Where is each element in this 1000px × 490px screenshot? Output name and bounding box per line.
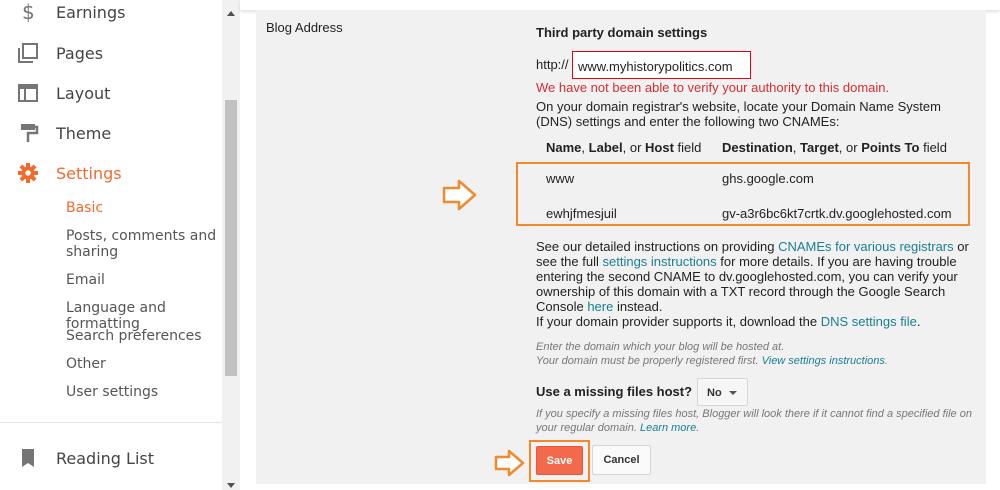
settings-sub-search-preferences[interactable]: Search preferences <box>66 328 226 344</box>
dns-settings-file-link[interactable]: DNS settings file <box>821 314 917 329</box>
domain-hint: Enter the domain which your blog will be… <box>536 341 888 367</box>
arrow-right-icon <box>442 179 477 211</box>
cname-row-2-destination: gv-a3r6bc6kt7crtk.dv.googlehosted.com <box>722 206 952 221</box>
sidebar-item-label: Layout <box>56 83 111 103</box>
sidebar-item-layout[interactable]: Layout <box>0 75 222 111</box>
settings-sub-basic[interactable]: Basic <box>66 200 226 216</box>
third-party-domain-title: Third party domain settings <box>536 25 708 40</box>
cname-header-destination: Destination, Target, or Points To field <box>722 140 947 155</box>
sidebar-item-pages[interactable]: Pages <box>0 35 222 71</box>
svg-text:$: $ <box>22 1 35 23</box>
sidebar-item-label: Settings <box>56 163 122 183</box>
settings-sub-user-settings[interactable]: User settings <box>66 384 226 400</box>
bookmark-icon <box>17 447 39 469</box>
scroll-down-arrow-icon[interactable] <box>227 483 235 488</box>
sidebar-item-settings[interactable]: Settings <box>0 155 222 191</box>
sidebar-item-earnings[interactable]: $ Earnings <box>0 0 222 30</box>
missing-host-hint: If you specify a missing files host, Blo… <box>536 408 972 434</box>
settings-instructions-link[interactable]: settings instructions <box>603 254 717 269</box>
cname-header-name: Name, Label, or Host field <box>546 140 702 155</box>
sidebar: $ Earnings Pages Layout Theme Settings B… <box>0 0 240 490</box>
settings-sub-posts-comments-sharing[interactable]: Posts, comments and sharing <box>66 228 226 260</box>
cname-detail-text: See our detailed instructions on providi… <box>536 239 969 329</box>
scroll-up-arrow-icon[interactable] <box>227 11 235 16</box>
sidebar-item-theme[interactable]: Theme <box>0 115 222 151</box>
settings-sub-email[interactable]: Email <box>66 272 226 288</box>
missing-files-host-select[interactable]: No <box>697 378 748 406</box>
cnames-registrars-link[interactable]: CNAMEs for various registrars <box>778 239 954 254</box>
chevron-down-icon <box>729 391 737 395</box>
missing-files-host-label: Use a missing files host? <box>536 384 693 399</box>
scrollbar-thumb[interactable] <box>225 100 237 376</box>
main-top-bar <box>240 0 1000 10</box>
cname-row-1-name: www <box>546 171 575 186</box>
search-console-here-link[interactable]: here <box>587 299 613 314</box>
cname-row-2-name: ewhjfmesjuil <box>546 206 617 221</box>
sidebar-item-label: Earnings <box>56 2 126 22</box>
pages-icon <box>17 42 39 64</box>
learn-more-link[interactable]: Learn more <box>640 422 696 434</box>
sidebar-divider <box>0 422 222 423</box>
theme-icon <box>17 122 39 144</box>
blog-address-label: Blog Address <box>266 20 343 35</box>
save-button[interactable]: Save <box>536 446 583 475</box>
gear-icon <box>17 162 39 184</box>
arrow-right-icon <box>494 449 525 477</box>
cname-row-1-destination: ghs.google.com <box>722 171 814 186</box>
view-settings-instructions-link[interactable]: View settings instructions <box>762 355 885 367</box>
settings-sub-other[interactable]: Other <box>66 356 226 372</box>
domain-error-message: We have not been able to verify your aut… <box>536 80 890 95</box>
http-prefix: http:// <box>536 57 569 72</box>
sidebar-scrollbar[interactable] <box>222 0 240 490</box>
sidebar-item-reading-list[interactable]: Reading List <box>0 440 222 476</box>
dns-instructions: On your domain registrar's website, loca… <box>536 99 941 129</box>
sidebar-item-label: Reading List <box>56 448 154 468</box>
cancel-button[interactable]: Cancel <box>592 445 651 475</box>
dollar-icon: $ <box>17 1 39 23</box>
select-value: No <box>707 387 722 399</box>
sidebar-item-label: Theme <box>56 123 112 143</box>
layout-icon <box>17 82 39 104</box>
sidebar-item-label: Pages <box>56 43 104 63</box>
domain-input[interactable]: www.myhistorypolitics.com <box>572 51 751 79</box>
